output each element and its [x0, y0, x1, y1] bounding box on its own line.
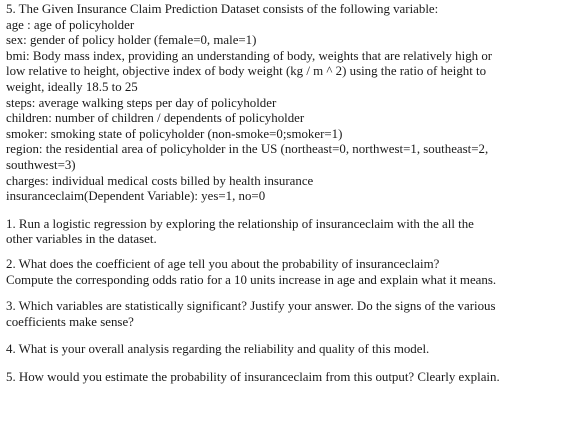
- variable-steps: steps: average walking steps per day of …: [6, 96, 564, 112]
- dataset-title: 5. The Given Insurance Claim Prediction …: [6, 2, 439, 16]
- question-line: 5. How would you estimate the probabilit…: [6, 369, 500, 384]
- question-3: 3. Which variables are statistically sig…: [6, 299, 564, 330]
- question-line: coefficients make sense?: [6, 314, 134, 329]
- variable-line: children: number of children / dependent…: [6, 111, 305, 126]
- variable-line: smoker: smoking state of policyholder (n…: [6, 126, 343, 141]
- variable-children: children: number of children / dependent…: [6, 111, 564, 127]
- question-4: 4. What is your overall analysis regardi…: [6, 342, 564, 358]
- variable-line: steps: average walking steps per day of …: [6, 95, 277, 110]
- question-line: 3. Which variables are statistically sig…: [6, 299, 496, 314]
- question-line: Compute the corresponding odds ratio for…: [6, 272, 497, 287]
- variable-line: charges: individual medical costs billed…: [6, 173, 314, 188]
- variable-line: bmi: Body mass index, providing an under…: [6, 48, 493, 63]
- variable-bmi: bmi: Body mass index, providing an under…: [6, 49, 564, 96]
- question-line: 1. Run a logistic regression by explorin…: [6, 216, 474, 231]
- question-line: 2. What does the coefficient of age tell…: [6, 256, 440, 271]
- document-page: 5. The Given Insurance Claim Prediction …: [6, 2, 564, 385]
- variable-line: low relative to height, objective index …: [6, 64, 487, 79]
- variable-region: region: the residential area of policyho…: [6, 142, 564, 173]
- variable-line: weight, ideally 18.5 to 25: [6, 79, 138, 94]
- question-line: other variables in the dataset.: [6, 232, 157, 247]
- variable-line: age : age of policyholder: [6, 17, 135, 32]
- variable-line: southwest=3): [6, 157, 76, 172]
- variable-charges: charges: individual medical costs billed…: [6, 174, 564, 190]
- variable-insuranceclaim: insuranceclaim(Dependent Variable): yes=…: [6, 189, 564, 205]
- variable-sex: sex: gender of policy holder (female=0, …: [6, 33, 564, 49]
- question-line: 4. What is your overall analysis regardi…: [6, 342, 430, 357]
- variable-smoker: smoker: smoking state of policyholder (n…: [6, 127, 564, 143]
- variable-line: sex: gender of policy holder (female=0, …: [6, 33, 257, 48]
- variable-line: insuranceclaim(Dependent Variable): yes=…: [6, 189, 266, 204]
- variable-line: region: the residential area of policyho…: [6, 142, 489, 157]
- variable-age: age : age of policyholder: [6, 18, 564, 34]
- question-5: 5. How would you estimate the probabilit…: [6, 370, 564, 386]
- question-2: 2. What does the coefficient of age tell…: [6, 257, 564, 288]
- dataset-description: 5. The Given Insurance Claim Prediction …: [6, 2, 564, 205]
- question-1: 1. Run a logistic regression by explorin…: [6, 217, 564, 248]
